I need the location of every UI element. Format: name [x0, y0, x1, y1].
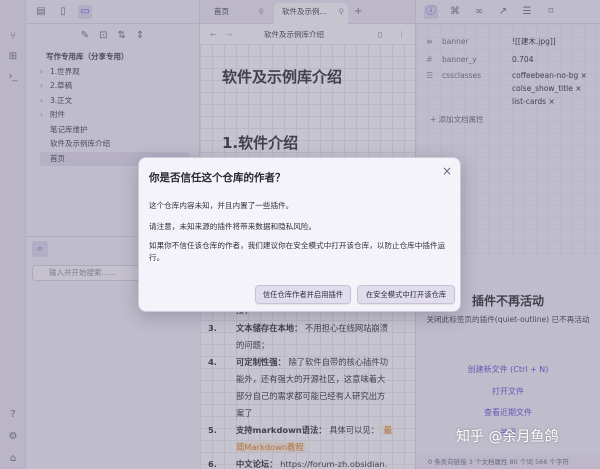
trust-author-button[interactable]: 信任仓库作者并启用插件: [255, 285, 351, 304]
safe-mode-button[interactable]: 在安全模式中打开该仓库: [357, 285, 455, 304]
watermark: 知乎 @余月鱼鸽: [456, 429, 559, 445]
trust-vault-dialog: 你是否信任这个仓库的作者？ × 这个仓库内容未知，并且内置了一些插件。 请注意，…: [138, 157, 461, 312]
dialog-text: 请注意，未知来源的插件将带来数据和隐私风险。: [149, 222, 317, 231]
close-icon[interactable]: ×: [442, 164, 452, 178]
dialog-title: 你是否信任这个仓库的作者？: [149, 172, 286, 184]
dialog-text: 如果你不信任该仓库的作者，我们建议你在安全模式中打开该仓库，以防止仓库中插件运行…: [149, 241, 446, 262]
dialog-text: 这个仓库内容未知，并且内置了一些插件。: [149, 201, 294, 210]
